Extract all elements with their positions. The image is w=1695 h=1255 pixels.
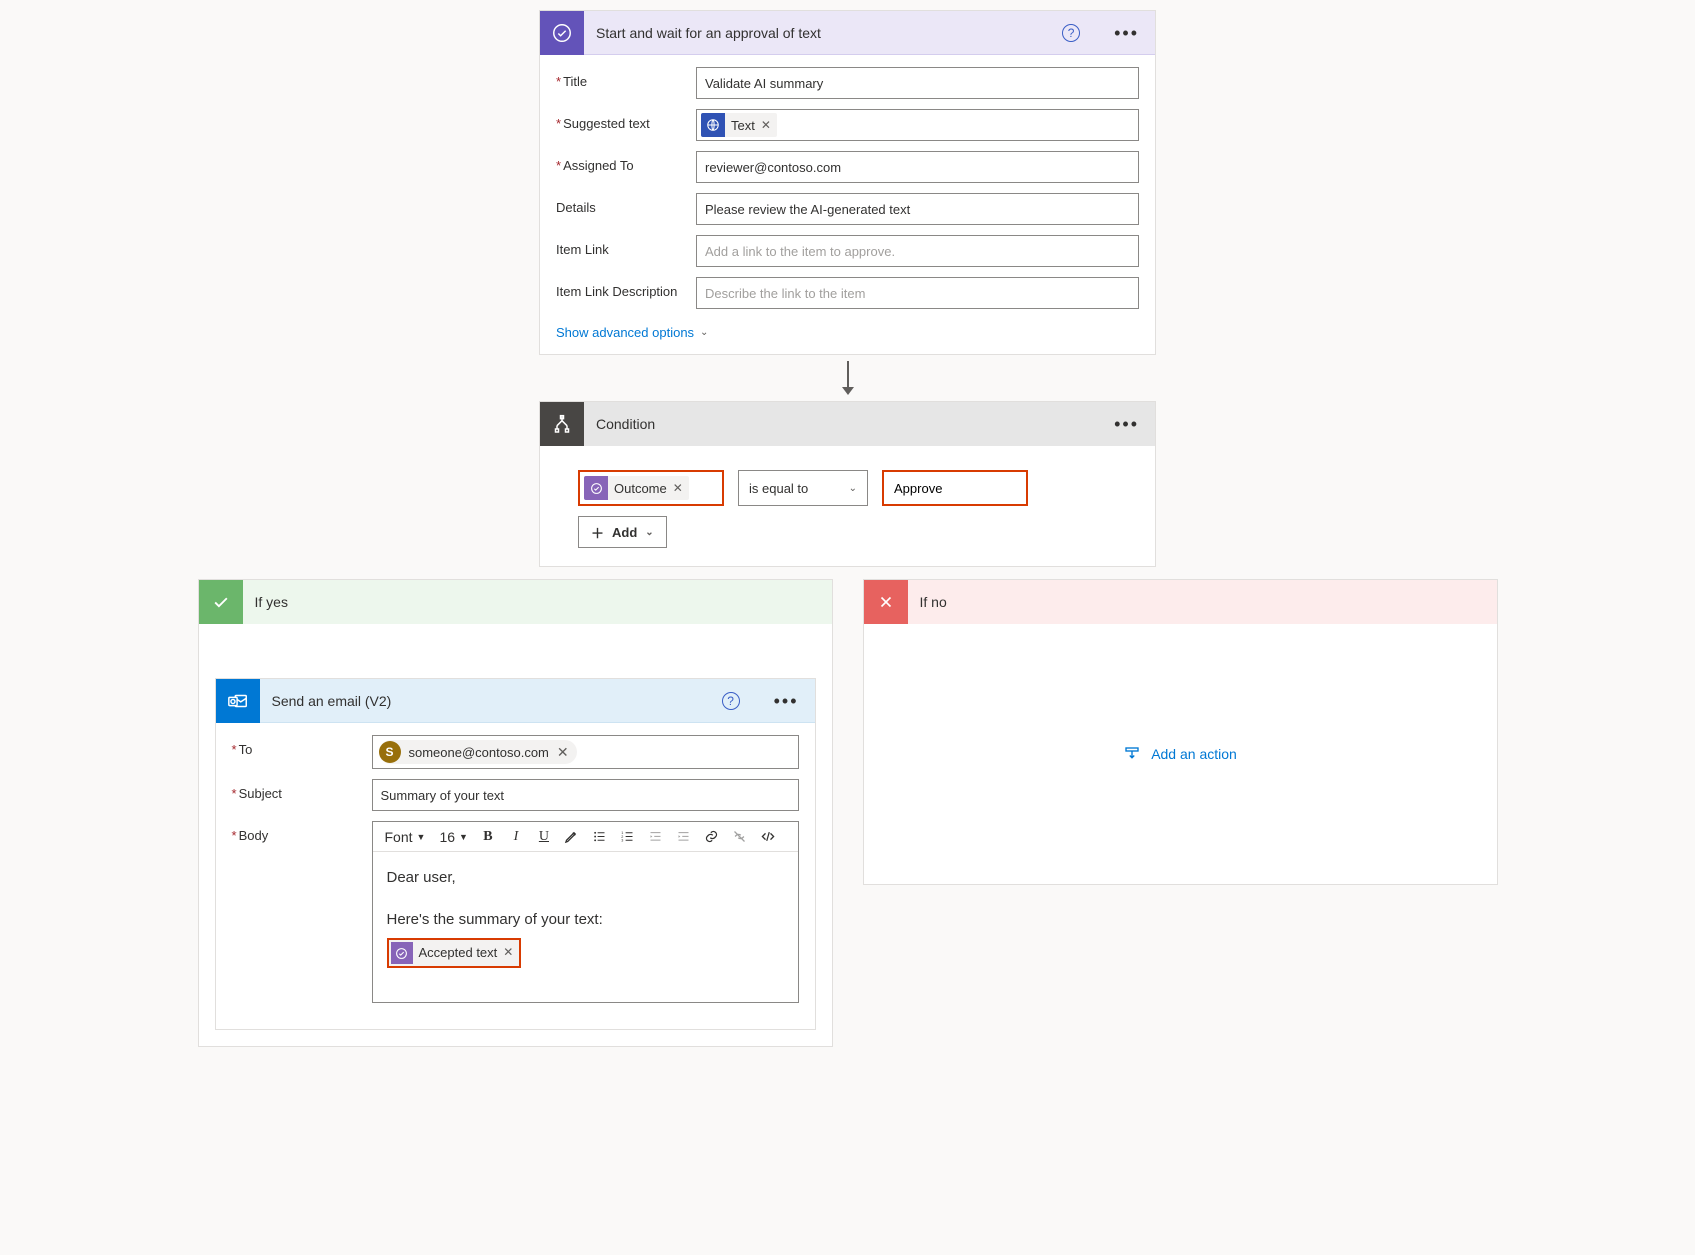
outlook-icon bbox=[216, 679, 260, 723]
size-select[interactable]: 16▼ bbox=[435, 825, 472, 849]
indent-icon[interactable] bbox=[672, 825, 696, 849]
assigned-label: *Assigned To bbox=[556, 151, 696, 173]
item-link-label: Item Link bbox=[556, 235, 696, 257]
remove-token-icon[interactable]: ✕ bbox=[503, 943, 513, 962]
code-view-icon[interactable] bbox=[756, 825, 780, 849]
if-yes-header[interactable]: If yes bbox=[199, 580, 832, 624]
approval-token-icon bbox=[584, 476, 608, 500]
flow-arrow-icon bbox=[837, 361, 859, 395]
condition-right-value[interactable] bbox=[882, 470, 1028, 506]
condition-icon bbox=[540, 402, 584, 446]
condition-header[interactable]: Condition ••• bbox=[540, 402, 1155, 446]
add-action-icon bbox=[1123, 745, 1141, 763]
assigned-to-input[interactable] bbox=[696, 151, 1139, 183]
suggested-text-input[interactable]: Text ✕ bbox=[696, 109, 1139, 141]
to-label: *To bbox=[232, 735, 372, 757]
approval-token-icon bbox=[391, 942, 413, 964]
avatar: S bbox=[379, 741, 401, 763]
send-email-card: Send an email (V2) ? ••• *To S bbox=[215, 678, 816, 1030]
details-input[interactable] bbox=[696, 193, 1139, 225]
condition-title: Condition bbox=[596, 416, 1098, 432]
font-select[interactable]: Font▼ bbox=[379, 825, 432, 849]
underline-button[interactable]: U bbox=[532, 825, 556, 849]
item-link-desc-label: Item Link Description bbox=[556, 277, 696, 299]
approval-card-header[interactable]: Start and wait for an approval of text ?… bbox=[540, 11, 1155, 55]
numbered-list-icon[interactable]: 123 bbox=[616, 825, 640, 849]
remove-token-icon[interactable]: ✕ bbox=[673, 481, 683, 495]
help-icon[interactable]: ? bbox=[722, 692, 740, 710]
accepted-text-token[interactable]: Accepted text ✕ bbox=[387, 938, 522, 968]
send-email-title: Send an email (V2) bbox=[272, 693, 710, 709]
condition-left-operand[interactable]: Outcome ✕ bbox=[578, 470, 724, 506]
body-editor[interactable]: Font▼ 16▼ B I U bbox=[372, 821, 799, 1003]
outdent-icon[interactable] bbox=[644, 825, 668, 849]
chevron-down-icon: ⌄ bbox=[645, 527, 653, 538]
more-icon[interactable]: ••• bbox=[1110, 24, 1143, 42]
rte-toolbar: Font▼ 16▼ B I U bbox=[373, 822, 798, 852]
suggested-label: *Suggested text bbox=[556, 109, 696, 131]
remove-recipient-icon[interactable]: ✕ bbox=[557, 744, 569, 761]
item-link-input[interactable] bbox=[696, 235, 1139, 267]
send-email-header[interactable]: Send an email (V2) ? ••• bbox=[216, 679, 815, 723]
if-no-header[interactable]: If no bbox=[864, 580, 1497, 624]
recipient-pill[interactable]: S someone@contoso.com ✕ bbox=[379, 740, 577, 764]
details-label: Details bbox=[556, 193, 696, 215]
show-advanced-options[interactable]: Show advanced options ⌄ bbox=[540, 319, 1155, 354]
title-label: *Title bbox=[556, 67, 696, 89]
subject-label: *Subject bbox=[232, 779, 372, 801]
outcome-token[interactable]: Outcome ✕ bbox=[584, 476, 689, 500]
approval-card: Start and wait for an approval of text ?… bbox=[539, 10, 1156, 355]
link-icon[interactable] bbox=[700, 825, 724, 849]
bullet-list-icon[interactable] bbox=[588, 825, 612, 849]
more-icon[interactable]: ••• bbox=[1110, 415, 1143, 433]
close-icon bbox=[864, 580, 908, 624]
help-icon[interactable]: ? bbox=[1062, 24, 1080, 42]
remove-token-icon[interactable]: ✕ bbox=[761, 118, 771, 132]
if-no-branch: If no Add an action bbox=[863, 579, 1498, 885]
unlink-icon[interactable] bbox=[728, 825, 752, 849]
chevron-down-icon: ⌄ bbox=[700, 327, 708, 338]
bold-button[interactable]: B bbox=[476, 825, 500, 849]
plus-icon: ＋ bbox=[591, 523, 604, 542]
svg-text:3: 3 bbox=[622, 839, 624, 843]
body-label: *Body bbox=[232, 821, 372, 843]
globe-icon bbox=[701, 113, 725, 137]
condition-card: Condition ••• Outcome ✕ bbox=[539, 401, 1156, 567]
approval-icon bbox=[540, 11, 584, 55]
condition-operator-select[interactable]: is equal to ⌄ bbox=[738, 470, 868, 506]
to-input[interactable]: S someone@contoso.com ✕ bbox=[372, 735, 799, 769]
item-link-desc-input[interactable] bbox=[696, 277, 1139, 309]
approval-title: Start and wait for an approval of text bbox=[596, 25, 1050, 41]
title-input[interactable] bbox=[696, 67, 1139, 99]
body-content[interactable]: Dear user, Here's the summary of your te… bbox=[373, 852, 798, 1002]
text-token[interactable]: Text ✕ bbox=[701, 113, 777, 137]
italic-button[interactable]: I bbox=[504, 825, 528, 849]
subject-input[interactable] bbox=[372, 779, 799, 811]
add-condition-button[interactable]: ＋ Add ⌄ bbox=[578, 516, 667, 548]
more-icon[interactable]: ••• bbox=[770, 692, 803, 710]
add-action-button[interactable]: Add an action bbox=[1123, 745, 1237, 763]
chevron-down-icon: ⌄ bbox=[849, 483, 857, 494]
if-yes-branch: If yes Send an email bbox=[198, 579, 833, 1047]
check-icon bbox=[199, 580, 243, 624]
pen-icon[interactable] bbox=[560, 825, 584, 849]
